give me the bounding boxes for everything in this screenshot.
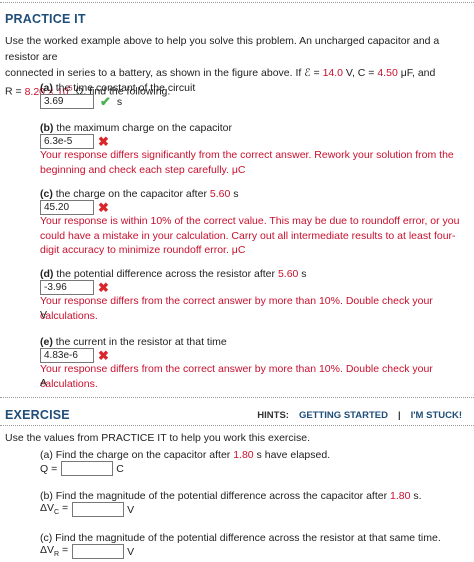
part-b-feedback: Your response differs significantly from… xyxy=(40,149,454,176)
hints-bar: HINTS: GETTING STARTED | I'M STUCK! xyxy=(257,410,462,421)
getting-started-link[interactable]: GETTING STARTED xyxy=(299,410,388,421)
part-d-feedback: Your response differs from the correct a… xyxy=(40,295,433,322)
exercise-c-variable: ΔVR = xyxy=(40,544,69,559)
section-divider xyxy=(0,397,474,398)
part-e-feedback: Your response differs from the correct a… xyxy=(40,363,433,390)
exercise-b-input[interactable] xyxy=(72,502,125,517)
part-a-unit: s xyxy=(116,95,123,108)
emf-value: 14.0 xyxy=(322,67,343,79)
part-d-answer-row: -3.96 ✖ xyxy=(40,280,109,295)
part-c-answer-row: 45.20 ✖ xyxy=(40,200,109,215)
part-e-answer-input[interactable]: 4.83e-6 xyxy=(40,348,94,363)
part-b-answer-input[interactable]: 6.3e-5 xyxy=(40,134,94,149)
im-stuck-link[interactable]: I'M STUCK! xyxy=(411,410,462,421)
part-a-answer-input[interactable]: 3.69 xyxy=(40,94,94,109)
exercise-b-unit: V xyxy=(127,503,135,516)
exercise-c-row: ΔVR = V xyxy=(40,544,134,559)
exercise-c-question: (c) Find the magnitude of the potential … xyxy=(40,532,441,544)
exercise-divider xyxy=(0,425,474,426)
exercise-b-question: (b) Find the magnitude of the potential … xyxy=(40,490,422,502)
checkmark-icon: ✔ xyxy=(100,93,111,109)
part-d-unit: V xyxy=(40,309,48,321)
top-divider xyxy=(0,2,474,3)
capacitance-value: 4.50 xyxy=(377,67,398,79)
exercise-c-input[interactable] xyxy=(72,544,125,559)
exercise-intro: Use the values from PRACTICE IT to help … xyxy=(5,432,311,444)
part-a-answer-row: 3.69 ✔ s xyxy=(40,94,122,109)
part-d-answer-input[interactable]: -3.96 xyxy=(40,280,94,295)
exercise-a-input[interactable] xyxy=(61,461,114,476)
exercise-a-variable: Q = xyxy=(40,462,58,475)
part-c-feedback: Your response is within 10% of the corre… xyxy=(40,215,460,256)
exercise-c-unit: V xyxy=(127,545,135,558)
part-c-answer-input[interactable]: 45.20 xyxy=(40,200,94,215)
exercise-b-row: ΔVC = V xyxy=(40,502,134,517)
exercise-title: EXERCISE xyxy=(5,408,70,422)
part-e-unit: A xyxy=(40,377,48,389)
practice-title: PRACTICE IT xyxy=(5,12,86,26)
part-b-answer-row: 6.3e-5 ✖ xyxy=(40,134,109,149)
exercise-b-variable: ΔVC = xyxy=(40,502,69,517)
hints-label: HINTS: xyxy=(257,410,289,421)
part-e-answer-row: 4.83e-6 ✖ xyxy=(40,348,109,363)
exercise-a-unit: C xyxy=(116,462,124,475)
exercise-a-row: Q = C xyxy=(40,461,124,476)
exercise-a-question: (a) Find the charge on the capacitor aft… xyxy=(40,449,331,461)
hints-separator: | xyxy=(397,410,401,421)
